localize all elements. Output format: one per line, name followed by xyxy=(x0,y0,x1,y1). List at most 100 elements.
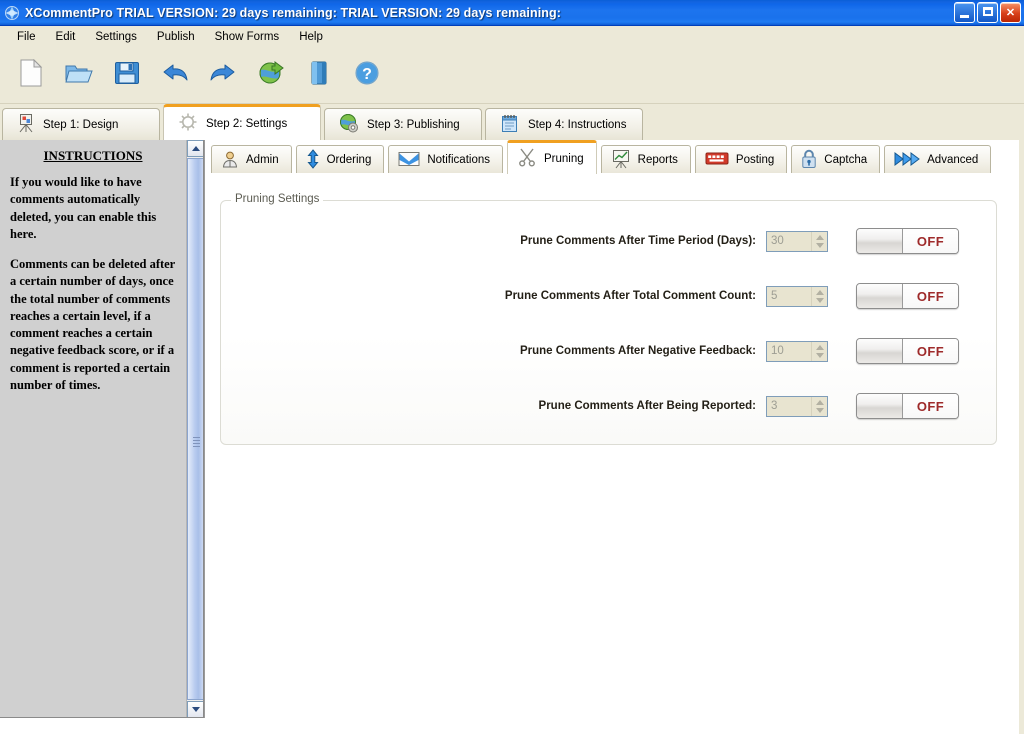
prune-total-count-value[interactable]: 5 xyxy=(767,290,811,302)
pruning-row-total-comment-count: Prune Comments After Total Comment Count… xyxy=(221,282,998,310)
prune-time-period-spinner[interactable]: 30 xyxy=(766,230,828,252)
prune-negative-feedback-toggle-state: OFF xyxy=(903,339,958,363)
menu-item-help[interactable]: Help xyxy=(290,28,332,46)
prune-time-period-toggle-state: OFF xyxy=(903,229,958,253)
menu-item-edit[interactable]: Edit xyxy=(47,28,85,46)
prune-total-count-spinner[interactable]: 5 xyxy=(766,285,828,307)
redo-arrow-icon xyxy=(209,62,237,89)
prune-being-reported-toggle[interactable]: OFF xyxy=(856,393,959,419)
sub-tab-posting[interactable]: Posting xyxy=(694,145,788,174)
undo-button[interactable] xyxy=(158,59,192,93)
step-tab-design[interactable]: Step 1: Design xyxy=(2,108,160,140)
sub-tab-reports-label: Reports xyxy=(637,154,678,166)
spinner-down-icon[interactable] xyxy=(815,407,824,413)
prune-negative-feedback-toggle[interactable]: OFF xyxy=(856,338,959,364)
gear-settings-icon xyxy=(178,112,198,135)
sub-tab-captcha-label: Captcha xyxy=(824,154,868,166)
prune-being-reported-value[interactable]: 3 xyxy=(767,400,811,412)
spinner-buttons[interactable] xyxy=(811,396,827,416)
sub-tab-pruning[interactable]: Pruning xyxy=(507,140,597,174)
prune-being-reported-toggle-state: OFF xyxy=(903,394,958,418)
keyboard-icon xyxy=(705,151,729,169)
menu-item-show-forms[interactable]: Show Forms xyxy=(206,28,289,46)
spinner-up-icon[interactable] xyxy=(815,234,824,240)
settings-sub-tabs: Admin Ordering Notifications Pruning Rep… xyxy=(211,140,992,174)
spinner-down-icon[interactable] xyxy=(815,242,824,248)
spinner-up-icon[interactable] xyxy=(815,344,824,350)
prune-time-period-toggle[interactable]: OFF xyxy=(856,228,959,254)
prune-total-count-label: Prune Comments After Total Comment Count… xyxy=(504,290,756,302)
redo-button[interactable] xyxy=(206,59,240,93)
step-tab-instructions-label: Step 4: Instructions xyxy=(528,118,627,131)
help-button[interactable]: ? xyxy=(350,59,384,93)
step-tab-settings[interactable]: Step 2: Settings xyxy=(163,104,321,140)
vertical-scrollbar-thumb[interactable] xyxy=(187,158,203,700)
save-floppy-icon xyxy=(114,60,140,91)
prune-time-period-value[interactable]: 30 xyxy=(767,235,811,247)
sub-tab-captcha[interactable]: Captcha xyxy=(791,145,881,174)
step-tab-design-label: Step 1: Design xyxy=(43,118,119,131)
step-tab-publishing-label: Step 3: Publishing xyxy=(367,118,460,131)
chart-easel-icon xyxy=(611,149,631,172)
close-button[interactable]: ✕ xyxy=(1000,2,1021,23)
globe-publishing-icon xyxy=(339,113,359,136)
prune-negative-feedback-label: Prune Comments After Negative Feedback: xyxy=(519,345,756,357)
instructions-paragraph-2: Comments can be deleted after a certain … xyxy=(10,257,176,392)
sub-tab-pruning-label: Pruning xyxy=(544,152,584,165)
prune-time-period-label: Prune Comments After Time Period (Days): xyxy=(520,235,756,247)
instructions-vertical-scrollbar[interactable] xyxy=(186,140,203,717)
sub-tab-admin[interactable]: Admin xyxy=(211,145,292,174)
new-document-button[interactable] xyxy=(14,58,48,93)
settings-content: Admin Ordering Notifications Pruning Rep… xyxy=(204,140,1024,734)
user-admin-icon xyxy=(221,150,239,171)
sub-tab-advanced[interactable]: Advanced xyxy=(884,145,992,174)
chevron-down-icon xyxy=(191,707,200,712)
body-area: INSTRUCTIONS If you would like to have c… xyxy=(0,140,1024,734)
step-tab-settings-label: Step 2: Settings xyxy=(206,117,288,130)
publish-button[interactable] xyxy=(254,59,288,93)
toolbar: ? xyxy=(0,48,1024,104)
instructions-pane: INSTRUCTIONS If you would like to have c… xyxy=(0,140,204,718)
window-controls: ✕ xyxy=(954,2,1021,23)
sub-tab-notifications[interactable]: Notifications xyxy=(388,145,503,174)
chevron-up-icon xyxy=(191,146,200,151)
prune-negative-feedback-spinner[interactable]: 10 xyxy=(766,340,828,362)
spinner-down-icon[interactable] xyxy=(815,352,824,358)
window-title: XCommentPro TRIAL VERSION: 29 days remai… xyxy=(25,5,562,20)
minimize-button[interactable] xyxy=(954,2,975,23)
help-question-icon: ? xyxy=(354,60,380,91)
sub-tab-admin-label: Admin xyxy=(246,154,279,166)
spinner-buttons[interactable] xyxy=(811,286,827,306)
open-file-button[interactable] xyxy=(62,59,96,93)
new-document-icon xyxy=(19,58,43,92)
lock-icon xyxy=(801,149,817,172)
notepad-instructions-icon xyxy=(500,113,520,136)
toggle-knob xyxy=(857,394,903,418)
scroll-up-button[interactable] xyxy=(187,140,203,157)
sub-tab-reports[interactable]: Reports xyxy=(600,145,691,174)
step-tab-publishing[interactable]: Step 3: Publishing xyxy=(324,108,482,140)
step-tab-instructions[interactable]: Step 4: Instructions xyxy=(485,108,643,140)
spinner-up-icon[interactable] xyxy=(815,289,824,295)
instructions-paragraph-1: If you would like to have comments autom… xyxy=(10,175,157,241)
prune-total-count-toggle[interactable]: OFF xyxy=(856,283,959,309)
maximize-button[interactable] xyxy=(977,2,998,23)
pruning-settings-groupbox: Pruning Settings Prune Comments After Ti… xyxy=(220,193,998,445)
prune-being-reported-spinner[interactable]: 3 xyxy=(766,395,828,417)
toggle-knob xyxy=(857,339,903,363)
menu-item-publish[interactable]: Publish xyxy=(148,28,204,46)
spinner-down-icon[interactable] xyxy=(815,297,824,303)
spinner-up-icon[interactable] xyxy=(815,399,824,405)
spinner-buttons[interactable] xyxy=(811,341,827,361)
save-button[interactable] xyxy=(110,59,144,93)
sub-tab-ordering[interactable]: Ordering xyxy=(295,145,385,174)
spinner-buttons[interactable] xyxy=(811,231,827,251)
menu-item-settings[interactable]: Settings xyxy=(86,28,146,46)
scroll-down-button[interactable] xyxy=(187,701,203,717)
updown-arrows-icon xyxy=(306,148,320,172)
prune-negative-feedback-value[interactable]: 10 xyxy=(767,345,811,357)
open-folder-icon xyxy=(65,61,93,90)
menu-item-file[interactable]: File xyxy=(8,28,45,46)
forms-button[interactable] xyxy=(302,59,336,93)
menubar: File Edit Settings Publish Show Forms He… xyxy=(0,26,1024,48)
